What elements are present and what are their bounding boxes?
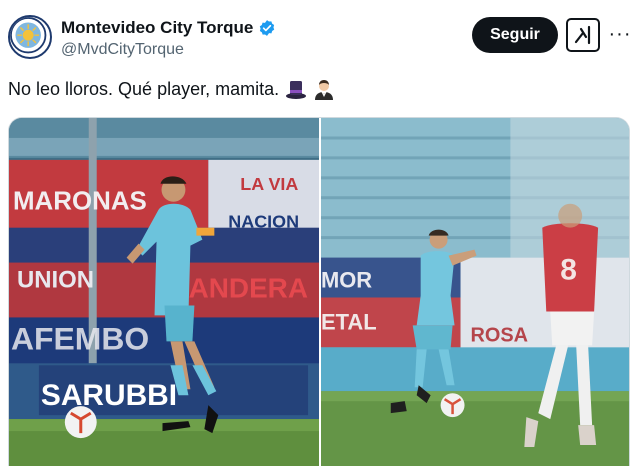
photo-player-left[interactable]: MARONAS LA VIA NACION UNION BANDERA AFEM… xyxy=(9,118,319,466)
banner-text-2: LA VIA xyxy=(240,174,298,194)
club-crest-icon xyxy=(10,17,47,54)
banner-text-7: SARUBBI xyxy=(41,379,177,412)
photo-left-scene: MARONAS LA VIA NACION UNION BANDERA AFEM… xyxy=(9,118,319,466)
football-left xyxy=(64,406,97,439)
author-name-row: Montevideo City Torque xyxy=(61,18,276,38)
tweet-header: Montevideo City Torque @MvdCityTorque Se… xyxy=(0,0,640,70)
follow-button[interactable]: Seguir xyxy=(472,17,558,53)
grok-icon xyxy=(574,25,591,45)
man-in-tuxedo-emoji-icon xyxy=(315,80,334,100)
top-hat-emoji-icon xyxy=(286,81,307,99)
banner-text-3: NACION xyxy=(228,212,299,232)
banner-text-4: UNION xyxy=(17,267,94,294)
media-grid: MARONAS LA VIA NACION UNION BANDERA AFEM… xyxy=(8,117,630,466)
banner-text-6: AFEMBO xyxy=(11,320,149,356)
display-name[interactable]: Montevideo City Torque xyxy=(61,18,253,38)
more-options-button[interactable]: ··· xyxy=(608,22,632,46)
tweet-text: No leo lloros. Qué player, mamita. xyxy=(8,78,280,99)
photo-right-scene: MOR ETAL ROSA 8 xyxy=(321,118,629,466)
grok-button[interactable] xyxy=(566,18,600,52)
tweet-body: No leo lloros. Qué player, mamita. xyxy=(8,78,335,100)
photo-player-right[interactable]: MOR ETAL ROSA 8 xyxy=(321,118,629,466)
avatar[interactable] xyxy=(8,15,52,59)
banner-text-1: MARONAS xyxy=(13,188,147,216)
author-handle[interactable]: @MvdCityTorque xyxy=(61,41,184,59)
verified-badge-icon xyxy=(260,20,275,36)
